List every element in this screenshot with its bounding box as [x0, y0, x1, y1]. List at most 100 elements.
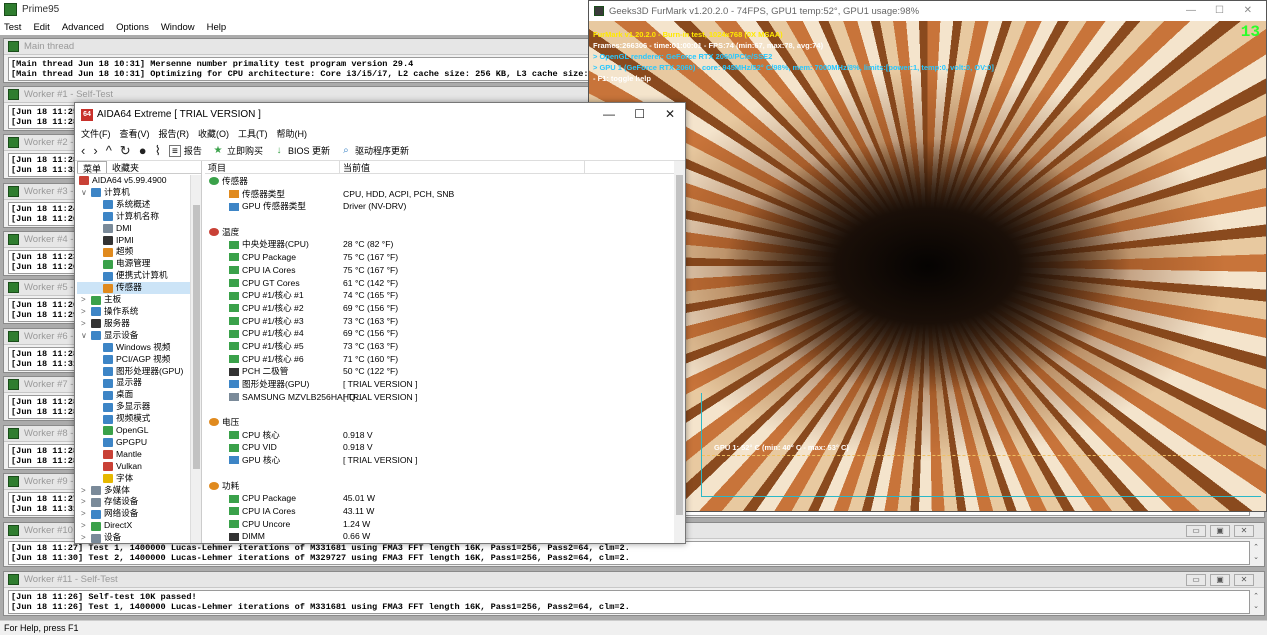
maximize-button[interactable]: ▣	[1210, 525, 1230, 537]
sensor-row[interactable]: 图形处理器(GPU) [ TRIAL VERSION ]	[205, 378, 672, 391]
user-icon[interactable]: ●	[139, 143, 147, 158]
refresh-icon[interactable]: ↻	[120, 143, 131, 159]
tree-item[interactable]: 字体	[77, 473, 190, 485]
tree-item[interactable]: 电源管理	[77, 258, 190, 270]
sensor-row[interactable]: CPU #1/核心 #6 71 °C (160 °F)	[205, 353, 672, 366]
tree-item[interactable]: PCI/AGP 视频	[77, 354, 190, 366]
tree-item[interactable]: Windows 视频	[77, 342, 190, 354]
log-scrollbar[interactable]: ⌃ ⌄	[1251, 543, 1261, 562]
driver-update-button[interactable]: ⌕ 驱动程序更新	[340, 144, 409, 157]
menu-tools[interactable]: 工具(T)	[238, 127, 268, 140]
tree-item[interactable]: ∨ 计算机	[77, 187, 190, 199]
expand-icon[interactable]: ∨	[81, 330, 91, 342]
log-scrollbar[interactable]: ⌃ ⌄	[1251, 592, 1261, 611]
tree-item[interactable]: > 多媒体	[77, 485, 190, 497]
sensor-row[interactable]: CPU IA Cores 43.11 W	[205, 505, 672, 518]
tree-item[interactable]: OpenGL	[77, 425, 190, 437]
menu-options[interactable]: Options	[116, 22, 149, 33]
menu-advanced[interactable]: Advanced	[62, 22, 104, 33]
sensor-row[interactable]: 中央处理器(CPU) 28 °C (82 °F)	[205, 238, 672, 251]
worker-window[interactable]: Worker #11 - Self-Test ▭ ▣ ✕ [Jun 18 11:26] …	[3, 571, 1265, 616]
tree-item[interactable]: 视频模式	[77, 413, 190, 425]
menu-edit[interactable]: Edit	[33, 22, 49, 33]
tree-item[interactable]: > 设备	[77, 532, 190, 543]
tab-menu[interactable]: 菜单	[77, 161, 108, 174]
forward-icon[interactable]: ›	[93, 143, 97, 158]
tree-item[interactable]: 传感器	[77, 282, 190, 295]
scrollbar-thumb[interactable]	[193, 205, 200, 469]
tree-item[interactable]: 系统概述	[77, 199, 190, 211]
minimize-button[interactable]: ▭	[1186, 525, 1206, 537]
close-button[interactable]: ✕	[1244, 5, 1252, 16]
column-header-value[interactable]: 当前值	[340, 161, 585, 173]
tree-item[interactable]: Mantle	[77, 449, 190, 461]
up-icon[interactable]: ^	[106, 143, 112, 158]
menu-help[interactable]: 帮助(H)	[277, 127, 308, 140]
sensor-row[interactable]: CPU 核心 0.918 V	[205, 429, 672, 442]
expand-icon[interactable]: >	[81, 485, 91, 497]
tab-favorites[interactable]: 收藏夹	[107, 161, 144, 173]
expand-icon[interactable]: >	[81, 532, 91, 543]
minimize-button[interactable]: —	[1186, 5, 1196, 16]
tree-item[interactable]: > 操作系统	[77, 306, 190, 318]
bios-update-button[interactable]: ↓ BIOS 更新	[273, 144, 330, 157]
sensor-row[interactable]: CPU Uncore 1.24 W	[205, 518, 672, 531]
tree-item[interactable]: 计算机名称	[77, 211, 190, 223]
section-header[interactable]: 电压	[205, 416, 672, 429]
sensor-row[interactable]: GPU 核心 [ TRIAL VERSION ]	[205, 454, 672, 467]
expand-icon[interactable]: >	[81, 306, 91, 318]
sensor-row[interactable]: CPU #1/核心 #4 69 °C (156 °F)	[205, 327, 672, 340]
minimize-button[interactable]: ▭	[1186, 574, 1206, 586]
section-header[interactable]: 传感器	[205, 175, 672, 188]
sensor-row[interactable]: 传感器类型 CPU, HDD, ACPI, PCH, SNB	[205, 188, 672, 201]
tree-item[interactable]: Vulkan	[77, 461, 190, 473]
menu-report[interactable]: 报告(R)	[159, 127, 190, 140]
close-button[interactable]: ✕	[1234, 525, 1254, 537]
details-scrollbar[interactable]	[674, 161, 685, 543]
sensor-row[interactable]: CPU Package 45.01 W	[205, 492, 672, 505]
menu-file[interactable]: 文件(F)	[81, 127, 111, 140]
tree-item[interactable]: > 存储设备	[77, 496, 190, 508]
maximize-button[interactable]: ☐	[1215, 5, 1224, 16]
expand-icon[interactable]: >	[81, 294, 91, 306]
close-button[interactable]: ✕	[665, 107, 675, 121]
report-button[interactable]: ≡ 报告	[168, 144, 202, 157]
back-icon[interactable]: ‹	[81, 143, 85, 158]
tree-item[interactable]: ∨ 显示设备	[77, 330, 190, 342]
sensor-row[interactable]: DIMM 0.66 W	[205, 530, 672, 543]
tree-item[interactable]: 桌面	[77, 389, 190, 401]
sensor-row[interactable]: CPU #1/核心 #2 69 °C (156 °F)	[205, 302, 672, 315]
furmark-window[interactable]: Geeks3D FurMark v1.20.2.0 - 74FPS, GPU1 …	[588, 0, 1267, 512]
tree-item[interactable]: DMI	[77, 223, 190, 235]
sensor-row[interactable]: CPU #1/核心 #1 74 °C (165 °F)	[205, 289, 672, 302]
tree-item[interactable]: GPGPU	[77, 437, 190, 449]
close-button[interactable]: ✕	[1234, 574, 1254, 586]
maximize-button[interactable]: ▣	[1210, 574, 1230, 586]
sensor-row[interactable]: CPU IA Cores 75 °C (167 °F)	[205, 264, 672, 277]
tree-item[interactable]: > 主板	[77, 294, 190, 306]
aida64-window[interactable]: 64 AIDA64 Extreme [ TRIAL VERSION ] — ☐ …	[74, 102, 686, 544]
expand-icon[interactable]: >	[81, 520, 91, 532]
tree-scrollbar[interactable]	[190, 175, 201, 543]
sensor-row[interactable]: PCH 二极管 50 °C (122 °F)	[205, 365, 672, 378]
tree-item[interactable]: 图形处理器(GPU)	[77, 366, 190, 378]
menu-window[interactable]: Window	[161, 22, 195, 33]
tree-item[interactable]: > 网络设备	[77, 508, 190, 520]
tree-item[interactable]: AIDA64 v5.99.4900	[77, 175, 190, 187]
tree-item[interactable]: IPMI	[77, 235, 190, 247]
tree-item[interactable]: > DirectX	[77, 520, 190, 532]
minimize-button[interactable]: —	[603, 107, 615, 121]
scrollbar-thumb[interactable]	[676, 175, 683, 515]
section-header[interactable]: 功耗	[205, 480, 672, 493]
menu-help[interactable]: Help	[207, 22, 227, 33]
tree-item[interactable]: > 服务器	[77, 318, 190, 330]
sensor-row[interactable]: GPU 传感器类型 Driver (NV-DRV)	[205, 200, 672, 213]
expand-icon[interactable]: >	[81, 508, 91, 520]
column-header-item[interactable]: 项目	[205, 161, 340, 173]
menu-test[interactable]: Test	[4, 22, 21, 33]
sensor-row[interactable]: CPU GT Cores 61 °C (142 °F)	[205, 277, 672, 290]
buy-button[interactable]: ★ 立即购买	[212, 144, 263, 157]
menu-view[interactable]: 查看(V)	[120, 127, 150, 140]
sensor-row[interactable]: CPU #1/核心 #5 73 °C (163 °F)	[205, 340, 672, 353]
menu-favorites[interactable]: 收藏(O)	[198, 127, 229, 140]
